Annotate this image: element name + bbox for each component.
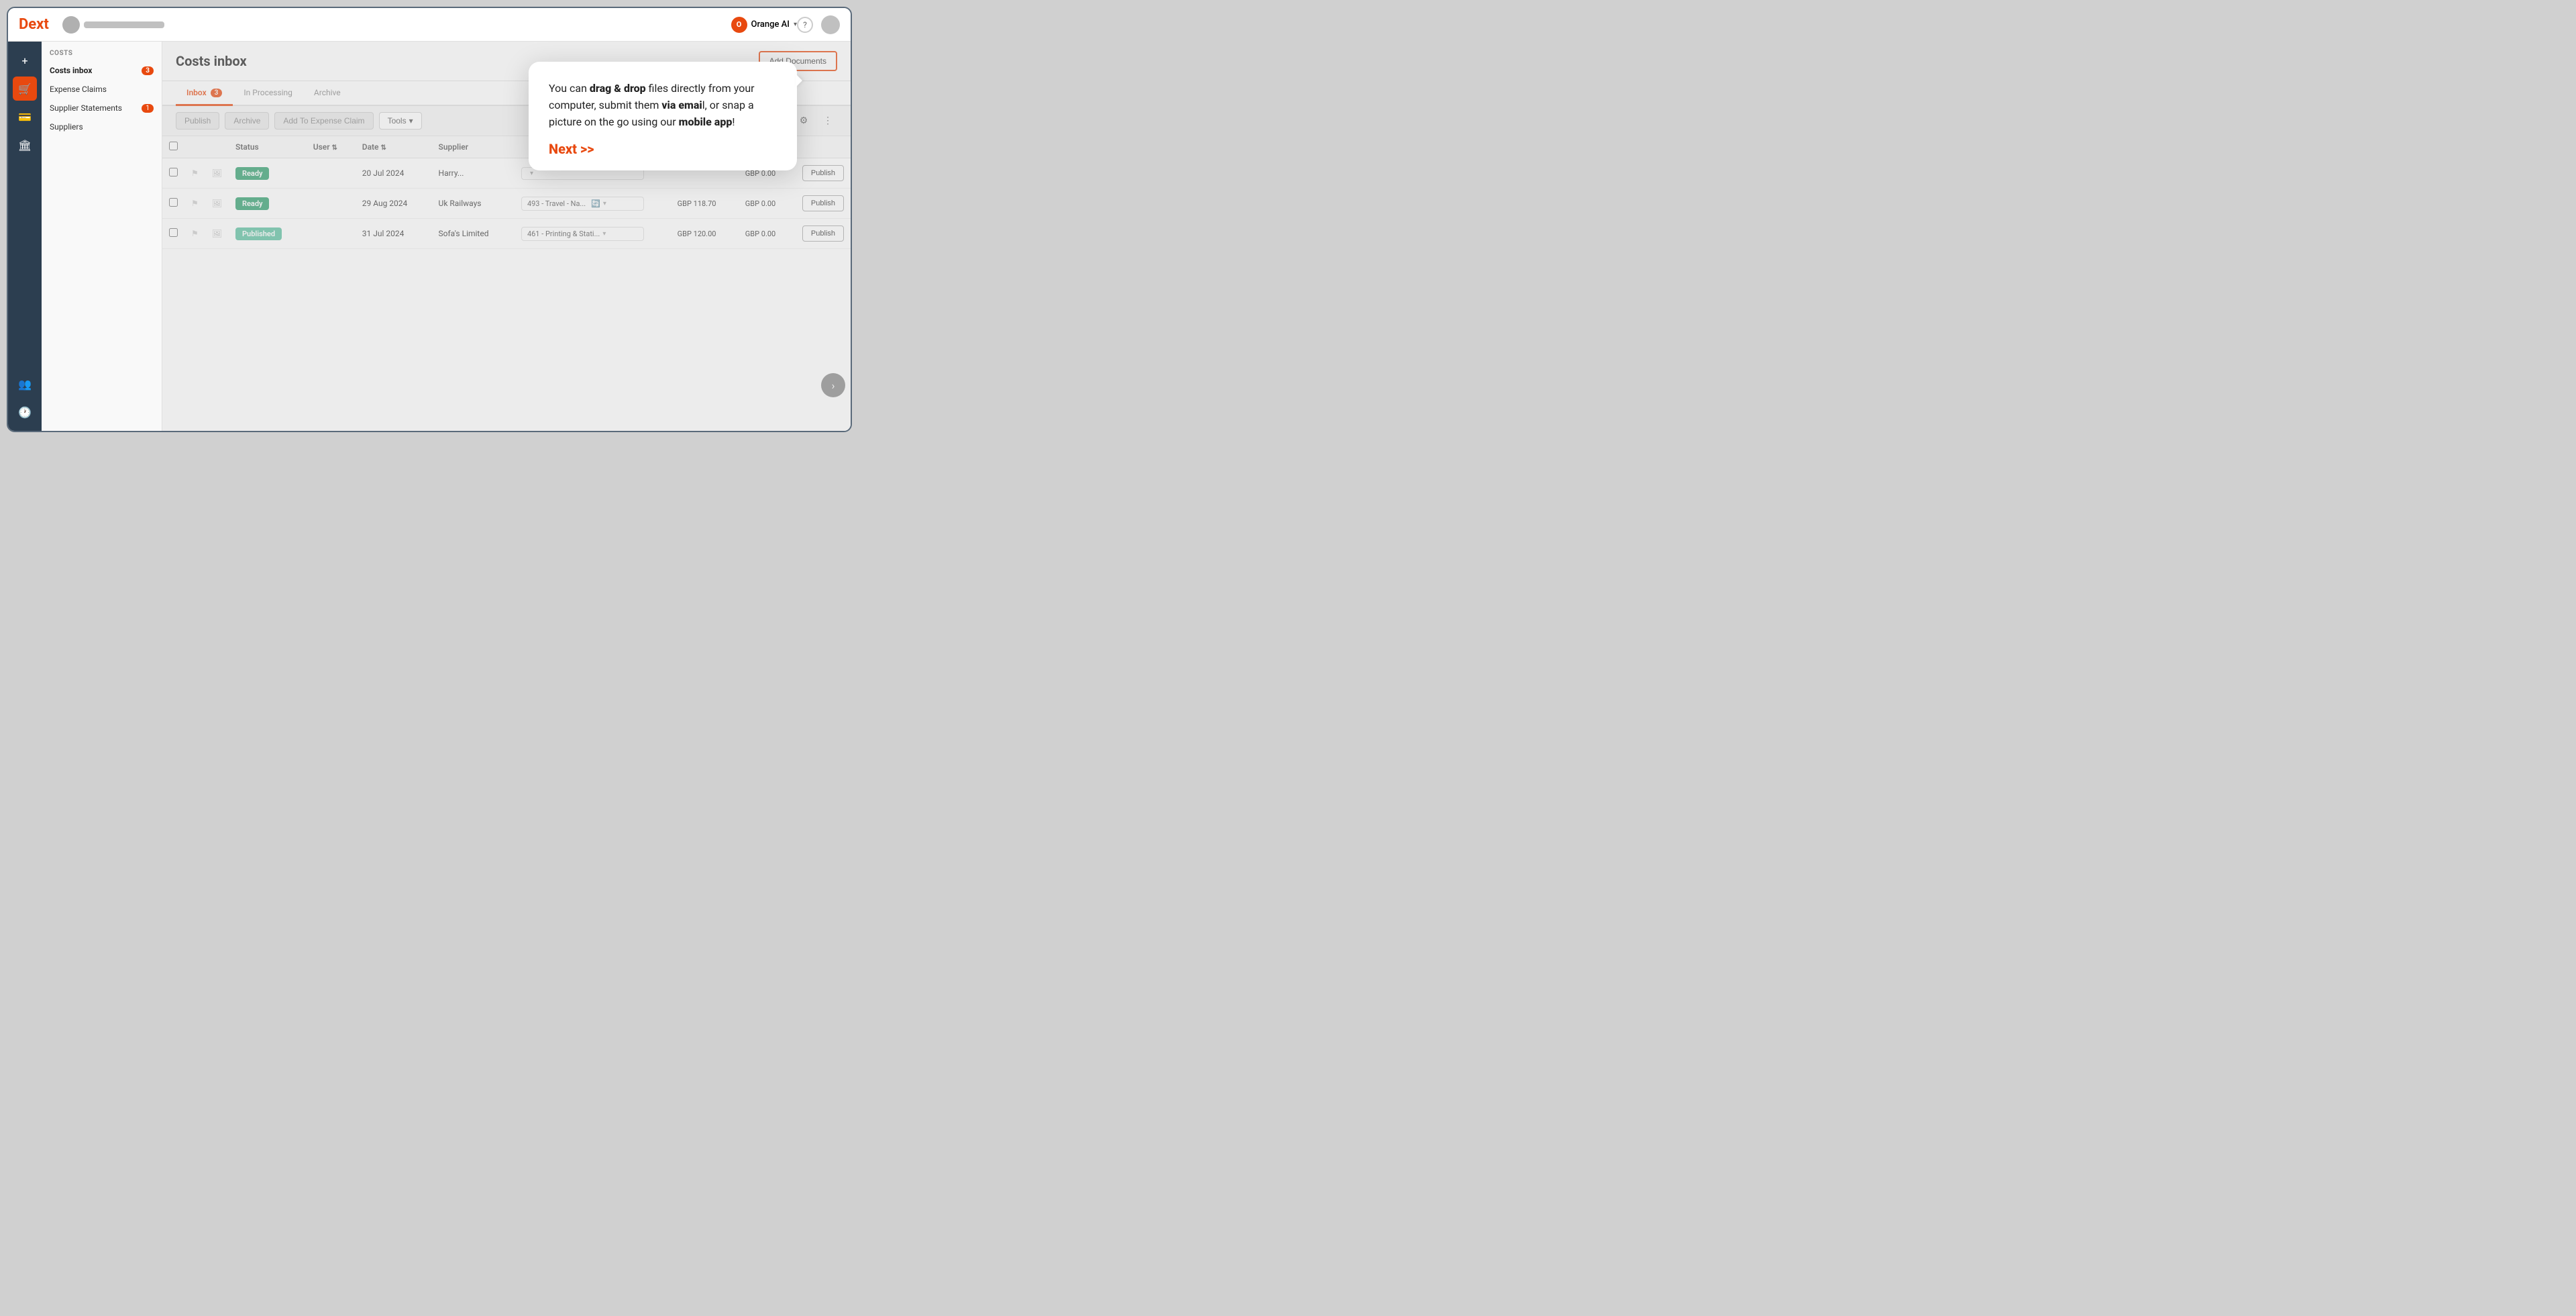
more-icon[interactable]: ⋮ [818, 111, 837, 130]
sidebar-costs-inbox-badge: 3 [142, 66, 154, 75]
user-avatar [62, 16, 80, 34]
tab-inbox-label: Inbox [186, 88, 207, 97]
row1-date: 20 Jul 2024 [356, 158, 432, 189]
row2-publish-button[interactable]: Publish [802, 195, 844, 211]
sidebar-item-expense-claims[interactable]: Expense Claims [42, 80, 162, 99]
row2-sync-icon: 🔄 [591, 199, 600, 208]
sidebar-item-costs-inbox[interactable]: Costs inbox 3 [42, 61, 162, 80]
sidebar-section-label: COSTS [42, 50, 162, 61]
tooltip-bold-mobile: mobile app [679, 115, 733, 128]
org-badge: O [731, 17, 747, 33]
row1-category-chevron: ▾ [530, 170, 533, 177]
row2-checkbox[interactable] [169, 198, 178, 207]
row3-checkbox[interactable] [169, 228, 178, 237]
sidebar-item-supplier-statements[interactable]: Supplier Statements 1 [42, 99, 162, 117]
org-name: Orange AI [751, 19, 790, 30]
nav-users-icon[interactable]: 👥 [13, 372, 37, 396]
row2-category-label: 493 - Travel - Na... [527, 199, 586, 208]
sidebar-item-suppliers[interactable]: Suppliers [42, 117, 162, 136]
nav-bank-icon[interactable]: 🏛 [13, 133, 37, 157]
row1-doc-icon[interactable]: 🖼 [212, 168, 222, 178]
tab-inbox-count: 3 [211, 89, 223, 97]
nav-history-icon[interactable]: 🕐 [13, 400, 37, 424]
tools-chevron-icon: ▾ [409, 116, 413, 125]
content-area: Costs inbox Add Documents Inbox 3 In Pro… [162, 42, 851, 431]
sidebar-item-expense-claims-label: Expense Claims [50, 85, 107, 94]
row2-flag-icon[interactable]: ⚑ [191, 199, 199, 208]
row3-category-chevron: ▾ [602, 230, 606, 238]
tooltip-bold-drag-drop: drag & drop [590, 82, 646, 95]
table-row: ⚑ 🖼 Published 31 Jul 2024 Sofa's Limited… [162, 219, 851, 249]
settings-icon[interactable]: ⚙ [794, 111, 813, 130]
row3-amount: GBP 120.00 [671, 219, 739, 249]
tools-button[interactable]: Tools ▾ [379, 112, 422, 130]
row3-tax: GBP 0.00 [739, 219, 796, 249]
row2-category-chevron: ▾ [603, 200, 606, 207]
tab-in-processing-label: In Processing [244, 88, 292, 97]
archive-button[interactable]: Archive [225, 112, 269, 130]
col-date[interactable]: Date ⇅ [356, 136, 432, 158]
row1-supplier: Harry... [432, 158, 515, 189]
row2-category-select[interactable]: 493 - Travel - Na... 🔄 ▾ [521, 197, 644, 211]
col-supplier: Supplier [432, 136, 515, 158]
add-expense-claim-button[interactable]: Add To Expense Claim [274, 112, 373, 130]
row2-status-badge: Ready [235, 197, 269, 210]
row3-supplier: Sofa's Limited [432, 219, 515, 249]
tools-button-label: Tools [388, 116, 407, 125]
help-icon[interactable]: ? [797, 17, 813, 33]
row3-flag-icon[interactable]: ⚑ [191, 229, 199, 238]
top-header: Dext O Orange AI ▾ ? [8, 8, 851, 42]
row2-user [307, 189, 356, 219]
nav-rail-bottom: 👥 🕐 [13, 372, 37, 424]
tooltip-popup: You can drag & drop files directly from … [529, 62, 797, 170]
tab-in-processing[interactable]: In Processing [233, 81, 303, 106]
col-user[interactable]: User ⇅ [307, 136, 356, 158]
scroll-right-button[interactable]: › [821, 373, 845, 397]
col-status: Status [229, 136, 307, 158]
row2-date: 29 Aug 2024 [356, 189, 432, 219]
row3-status-badge: Published [235, 227, 282, 240]
row2-supplier: Uk Railways [432, 189, 515, 219]
row3-category-select[interactable]: 461 - Printing & Stati... ▾ [521, 227, 644, 241]
nav-costs-icon[interactable]: 🛒 [13, 77, 37, 101]
header-user-avatar[interactable] [821, 15, 840, 34]
select-all-checkbox[interactable] [169, 142, 178, 150]
sidebar-item-costs-inbox-label: Costs inbox [50, 66, 92, 75]
row1-status-badge: Ready [235, 167, 269, 180]
table-wrapper: Status User ⇅ Date ⇅ Supplier [162, 136, 851, 431]
user-area [62, 16, 720, 34]
publish-button[interactable]: Publish [176, 112, 219, 130]
tab-inbox[interactable]: Inbox 3 [176, 81, 233, 106]
main-layout: + 🛒 💳 🏛 👥 🕐 COSTS Costs inbox 3 Expense … [8, 42, 851, 431]
nav-rail: + 🛒 💳 🏛 👥 🕐 [8, 42, 42, 431]
row3-doc-icon[interactable]: 🖼 [212, 229, 222, 238]
nav-add-icon[interactable]: + [13, 48, 37, 72]
tooltip-next-button[interactable]: Next >> [549, 141, 777, 157]
org-selector[interactable]: O Orange AI ▾ [731, 17, 797, 33]
sidebar-item-suppliers-label: Suppliers [50, 122, 83, 132]
row1-flag-icon[interactable]: ⚑ [191, 168, 199, 178]
row3-publish-button[interactable]: Publish [802, 225, 844, 242]
row3-category-label: 461 - Printing & Stati... [527, 230, 600, 238]
row3-user [307, 219, 356, 249]
table-row: ⚑ 🖼 Ready 29 Aug 2024 Uk Railways 493 - … [162, 189, 851, 219]
tab-archive[interactable]: Archive [303, 81, 352, 106]
tooltip-text: You can drag & drop files directly from … [549, 81, 777, 130]
tooltip-bold-email: via emai [661, 99, 702, 111]
row2-doc-icon[interactable]: 🖼 [212, 199, 222, 208]
row1-user [307, 158, 356, 189]
header-right: ? [797, 15, 840, 34]
app-logo: Dext [19, 16, 49, 33]
nav-card-icon[interactable]: 💳 [13, 105, 37, 129]
row2-tax: GBP 0.00 [739, 189, 796, 219]
sidebar: COSTS Costs inbox 3 Expense Claims Suppl… [42, 42, 162, 431]
sidebar-item-supplier-statements-label: Supplier Statements [50, 103, 122, 113]
row1-publish-button[interactable]: Publish [802, 165, 844, 181]
row3-date: 31 Jul 2024 [356, 219, 432, 249]
row1-checkbox[interactable] [169, 168, 178, 176]
sidebar-supplier-statements-badge: 1 [142, 104, 154, 113]
row2-amount: GBP 118.70 [671, 189, 739, 219]
tab-archive-label: Archive [314, 88, 341, 97]
user-name-blurred [84, 21, 164, 28]
